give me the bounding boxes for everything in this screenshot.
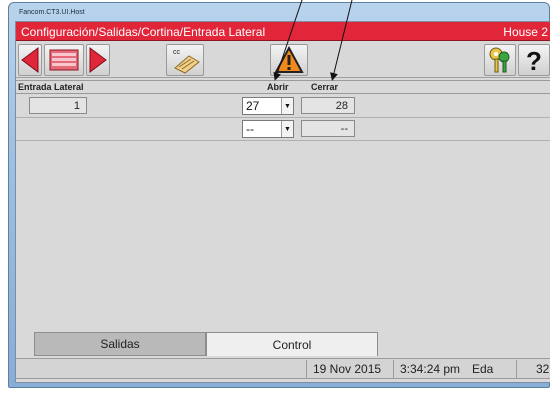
header-bar: Configuración/Salidas/Cortina/Entrada La… [16,22,550,41]
window-title: Fancom.CT3.UI.Host [19,9,85,16]
row-index: 1 [29,97,87,114]
open-select[interactable]: -- ▼ [242,120,294,138]
next-button[interactable] [86,44,110,76]
status-divider [516,360,517,378]
status-divider [393,360,394,378]
svg-text:?: ? [526,46,542,74]
chevron-down-icon[interactable]: ▼ [281,121,293,137]
status-time: 3:34:24 pm [400,362,461,376]
table-header: Entrada Lateral Abrir Cerrar [16,80,550,94]
keys-icon [489,47,510,73]
column-header-name: Entrada Lateral [18,82,84,92]
cc-button[interactable]: cc [166,44,204,76]
help-button[interactable]: ? [518,44,550,76]
list-button[interactable] [44,44,84,76]
cc-card-icon: cc [173,49,200,74]
close-value[interactable]: -- [301,120,355,137]
chevron-down-icon[interactable]: ▼ [281,98,293,114]
table-row: -- ▼ -- [16,118,550,140]
tab-control[interactable]: Control [206,332,378,356]
arrow-right-icon [89,47,107,73]
arrow-left-icon [21,47,39,73]
toolbar: cc ? [16,42,550,78]
help-icon: ? [526,46,542,74]
tab-salidas[interactable]: Salidas [34,332,206,356]
application-window: Fancom.CT3.UI.Host Configuración/Salidas… [8,2,550,388]
status-number: 32 [536,362,550,376]
column-header-close: Cerrar [311,82,339,92]
warning-icon [274,46,304,73]
status-bar: 19 Nov 2015 3:34:24 pm Eda 32 [16,358,550,379]
warning-button[interactable] [270,44,308,76]
house-label: House 2 [503,25,548,39]
list-icon [49,49,79,71]
status-user: Eda [472,362,494,376]
open-value: 27 [246,99,260,113]
close-value[interactable]: 28 [301,97,355,114]
breadcrumb: Configuración/Salidas/Cortina/Entrada La… [21,25,266,39]
status-divider [306,360,307,378]
previous-button[interactable] [18,44,42,76]
empty-content-area [16,141,550,329]
client-area: Configuración/Salidas/Cortina/Entrada La… [15,21,550,383]
status-date: 19 Nov 2015 [313,362,382,376]
open-value: -- [246,122,254,136]
keys-button[interactable] [484,44,516,76]
cc-label: cc [173,49,181,56]
table-row: 1 27 ▼ 28 [16,95,550,117]
open-select[interactable]: 27 ▼ [242,97,294,115]
column-header-open: Abrir [267,82,289,92]
